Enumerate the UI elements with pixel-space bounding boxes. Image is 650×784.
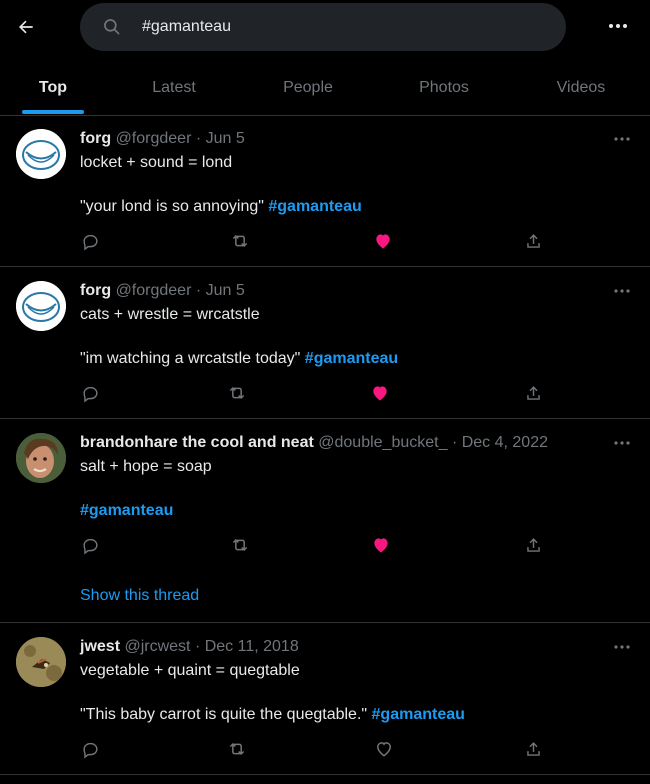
tweet[interactable]: forg @forgdeer · Jun 5 locket + sound = …	[0, 115, 650, 267]
avatar[interactable]	[16, 281, 66, 331]
search-tabs: Top Latest People Photos Videos	[0, 60, 650, 115]
tab-videos[interactable]: Videos	[514, 60, 648, 115]
tweet-quote: "This baby carrot is quite the quegtable…	[80, 706, 368, 723]
tweet-header: brandonhare the cool and neat @double_bu…	[80, 434, 548, 451]
share-icon	[526, 385, 540, 400]
share-button[interactable]	[522, 230, 544, 252]
tweet-quote: "im watching a wrcatstle today"	[80, 350, 301, 367]
more-icon	[609, 24, 627, 28]
tweet-text-line: locket + sound = lond	[80, 154, 233, 171]
search-box[interactable]	[80, 3, 566, 51]
tweet-header: jwest @jrcwest · Dec 11, 2018	[80, 638, 299, 655]
back-button[interactable]	[12, 13, 40, 41]
author-handle[interactable]: @double_bucket_	[318, 434, 447, 451]
share-button[interactable]	[522, 738, 544, 760]
tweet-date[interactable]: Dec 4, 2022	[462, 434, 548, 451]
active-tab-indicator	[22, 110, 84, 114]
tweet[interactable]: jwest @jrcwest · Dec 11, 2018 vegetable …	[0, 623, 650, 775]
like-icon	[376, 234, 390, 249]
reply-icon	[82, 742, 98, 758]
retweet-icon	[229, 742, 245, 756]
tweet-more-button[interactable]	[610, 637, 634, 657]
share-icon	[526, 741, 540, 756]
tweet-more-button[interactable]	[610, 433, 634, 453]
search-input[interactable]	[142, 3, 542, 51]
back-arrow-icon	[19, 20, 33, 34]
retweet-icon	[232, 538, 248, 552]
reply-button[interactable]	[79, 534, 101, 556]
tweet-text-line: "your lond is so annoying" #gamanteau	[80, 197, 362, 217]
author-name[interactable]: forg	[80, 282, 111, 299]
more-icon	[614, 289, 630, 293]
hashtag-link[interactable]: #gamanteau	[305, 350, 398, 367]
tweet-more-button[interactable]	[610, 129, 634, 149]
tweet[interactable]: forg @forgdeer · Jun 5 cats + wrestle = …	[0, 267, 650, 419]
tweet-text-line: "im watching a wrcatstle today" #gamante…	[80, 349, 398, 369]
retweet-button[interactable]	[226, 738, 248, 760]
like-icon	[373, 386, 387, 401]
tweet-header: forg @forgdeer · Jun 5	[80, 282, 245, 299]
author-handle[interactable]: @jrcwest	[124, 638, 190, 655]
tab-top[interactable]: Top	[0, 60, 106, 115]
reply-icon	[82, 234, 98, 250]
retweet-button[interactable]	[226, 382, 248, 404]
reply-icon	[82, 386, 98, 402]
retweet-button[interactable]	[229, 534, 251, 556]
tweet-text-line: "This baby carrot is quite the quegtable…	[80, 705, 465, 725]
author-name[interactable]: forg	[80, 130, 111, 147]
hashtag-link[interactable]: #gamanteau	[80, 502, 173, 519]
author-name[interactable]: brandonhare the cool and neat	[80, 434, 314, 451]
tweet-text-line: cats + wrestle = wrcatstle	[80, 306, 260, 323]
retweet-button[interactable]	[229, 230, 251, 252]
share-icon	[526, 233, 540, 248]
more-icon	[614, 645, 630, 649]
tweet-text-line: #gamanteau	[80, 501, 173, 521]
tweet-text-line: vegetable + quaint = quegtable	[80, 662, 300, 679]
like-icon	[374, 538, 388, 553]
reply-button[interactable]	[79, 382, 101, 404]
like-button[interactable]	[373, 738, 395, 760]
like-button[interactable]	[372, 230, 394, 252]
tweet-quote: "your lond is so annoying"	[80, 198, 264, 215]
tweet[interactable]: brandonhare the cool and neat @double_bu…	[0, 419, 650, 623]
tweet-text-line: salt + hope = soap	[80, 458, 212, 475]
author-name[interactable]: jwest	[80, 638, 120, 655]
avatar[interactable]	[16, 637, 66, 687]
like-button[interactable]	[370, 534, 392, 556]
avatar[interactable]	[16, 129, 66, 179]
search-icon	[104, 19, 120, 35]
show-thread-link[interactable]: Show this thread	[80, 587, 199, 605]
hashtag-link[interactable]: #gamanteau	[268, 198, 361, 215]
share-icon	[526, 537, 540, 552]
avatar[interactable]	[16, 433, 66, 483]
like-button[interactable]	[369, 382, 391, 404]
like-icon	[376, 742, 392, 757]
more-options-button[interactable]	[606, 14, 630, 38]
tweet-more-button[interactable]	[610, 281, 634, 301]
author-handle[interactable]: @forgdeer	[116, 130, 192, 147]
tab-people[interactable]: People	[242, 60, 374, 115]
retweet-icon	[229, 386, 245, 400]
tweet-date[interactable]: Jun 5	[206, 282, 245, 299]
share-button[interactable]	[522, 534, 544, 556]
search-header: Top Latest People Photos Videos	[0, 0, 650, 116]
share-button[interactable]	[522, 382, 544, 404]
tab-latest[interactable]: Latest	[106, 60, 242, 115]
reply-button[interactable]	[79, 738, 101, 760]
reply-icon	[82, 538, 98, 554]
author-handle[interactable]: @forgdeer	[116, 282, 192, 299]
more-icon	[614, 137, 630, 141]
tweet-date[interactable]: Dec 11, 2018	[205, 638, 299, 655]
retweet-icon	[232, 234, 248, 248]
hashtag-link[interactable]: #gamanteau	[372, 706, 465, 723]
tweet-date[interactable]: Jun 5	[206, 130, 245, 147]
more-icon	[614, 441, 630, 445]
tab-photos[interactable]: Photos	[374, 60, 514, 115]
reply-button[interactable]	[79, 230, 101, 252]
tweet-header: forg @forgdeer · Jun 5	[80, 130, 245, 147]
